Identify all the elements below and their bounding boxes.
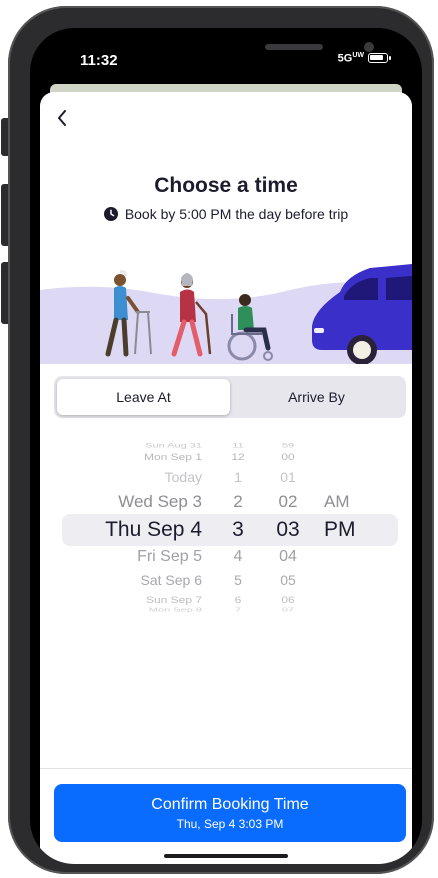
clock-icon xyxy=(103,207,118,221)
network-superscript: UW xyxy=(352,52,364,59)
hour-option[interactable]: 4 xyxy=(218,548,258,566)
back-button[interactable] xyxy=(50,104,74,132)
date-option[interactable]: Sat Sep 6 xyxy=(80,572,203,588)
footer-divider xyxy=(40,768,412,769)
selected-time-summary: Thu, Sep 4 3:03 PM xyxy=(176,816,284,831)
network-label: 5GUW xyxy=(338,52,364,65)
minute-option[interactable]: 01 xyxy=(266,469,310,485)
ampm-wheel[interactable]: AM PM xyxy=(324,440,374,610)
status-indicators: 5GUW xyxy=(338,52,391,65)
date-option[interactable]: Mon Sep 8 xyxy=(80,607,202,613)
hour-option[interactable]: 5 xyxy=(218,572,258,588)
minute-wheel[interactable]: 59 00 01 02 03 04 05 06 07 xyxy=(266,440,310,613)
hour-wheel[interactable]: 11 12 1 2 3 4 5 6 7 xyxy=(218,440,258,613)
volume-down-button xyxy=(1,262,8,324)
hour-option[interactable]: 7 xyxy=(218,607,258,613)
phone-screen: 11:32 5GUW Choose a time Book by 5:00 PM… xyxy=(30,28,422,864)
date-option[interactable]: Fri Sep 5 xyxy=(80,548,202,566)
hour-option[interactable]: 12 xyxy=(218,452,258,463)
home-indicator xyxy=(164,854,288,858)
minute-option[interactable]: 59 xyxy=(266,443,310,450)
volume-up-button xyxy=(1,184,8,246)
date-option[interactable]: Mon Sep 1 xyxy=(80,452,202,463)
hour-option[interactable]: 11 xyxy=(218,443,258,450)
date-time-picker: Sun Aug 31 Mon Sep 1 Today Wed Sep 3 Thu… xyxy=(40,440,412,613)
hour-option-selected[interactable]: 3 xyxy=(218,518,258,542)
chevron-left-icon xyxy=(58,110,66,126)
date-option[interactable]: Today xyxy=(80,469,202,485)
date-option[interactable]: Sun Aug 31 xyxy=(80,443,202,450)
page-title: Choose a time xyxy=(154,174,298,197)
booking-deadline-text: Book by 5:00 PM the day before trip xyxy=(124,206,349,222)
minute-option-selected[interactable]: 03 xyxy=(266,518,310,542)
minute-option[interactable]: 04 xyxy=(266,548,310,566)
minute-option[interactable]: 06 xyxy=(266,595,310,606)
time-mode-segmented-control: Leave At Arrive By xyxy=(54,376,406,418)
minute-option[interactable]: 02 xyxy=(266,492,310,512)
hour-option[interactable]: 6 xyxy=(218,595,258,606)
status-time: 11:32 xyxy=(80,52,118,69)
minute-option[interactable]: 00 xyxy=(266,452,310,463)
speaker xyxy=(265,44,323,50)
notch xyxy=(120,28,374,62)
date-option-selected[interactable]: Thu Sep 4 xyxy=(80,518,202,542)
ampm-option[interactable]: AM xyxy=(324,492,374,512)
silent-switch xyxy=(1,118,8,156)
booking-deadline: Book by 5:00 PM the day before trip xyxy=(40,206,412,222)
tab-arrive-by[interactable]: Arrive By xyxy=(230,379,403,415)
date-option[interactable]: Sun Sep 7 xyxy=(80,595,202,606)
date-option[interactable]: Wed Sep 3 xyxy=(80,492,202,512)
choose-time-sheet: Choose a time Book by 5:00 PM the day be… xyxy=(40,92,412,864)
phone-frame: 11:32 5GUW Choose a time Book by 5:00 PM… xyxy=(8,6,434,874)
minute-option[interactable]: 05 xyxy=(266,572,310,588)
confirm-booking-time-button[interactable]: Confirm Booking Time Thu, Sep 4 3:03 PM xyxy=(54,784,406,842)
minute-option[interactable]: 07 xyxy=(266,607,310,613)
ampm-option-selected[interactable]: PM xyxy=(324,518,374,542)
date-wheel[interactable]: Sun Aug 31 Mon Sep 1 Today Wed Sep 3 Thu… xyxy=(80,440,203,613)
riders-and-van-illustration xyxy=(40,264,412,364)
battery-icon xyxy=(368,53,391,64)
network-type: 5G xyxy=(337,52,353,65)
tab-leave-at[interactable]: Leave At xyxy=(57,379,230,415)
front-camera xyxy=(364,42,374,52)
van-illustration xyxy=(312,264,412,364)
hour-option[interactable]: 1 xyxy=(218,469,258,485)
confirm-button-label: Confirm Booking Time xyxy=(151,795,309,813)
hour-option[interactable]: 2 xyxy=(218,492,258,512)
